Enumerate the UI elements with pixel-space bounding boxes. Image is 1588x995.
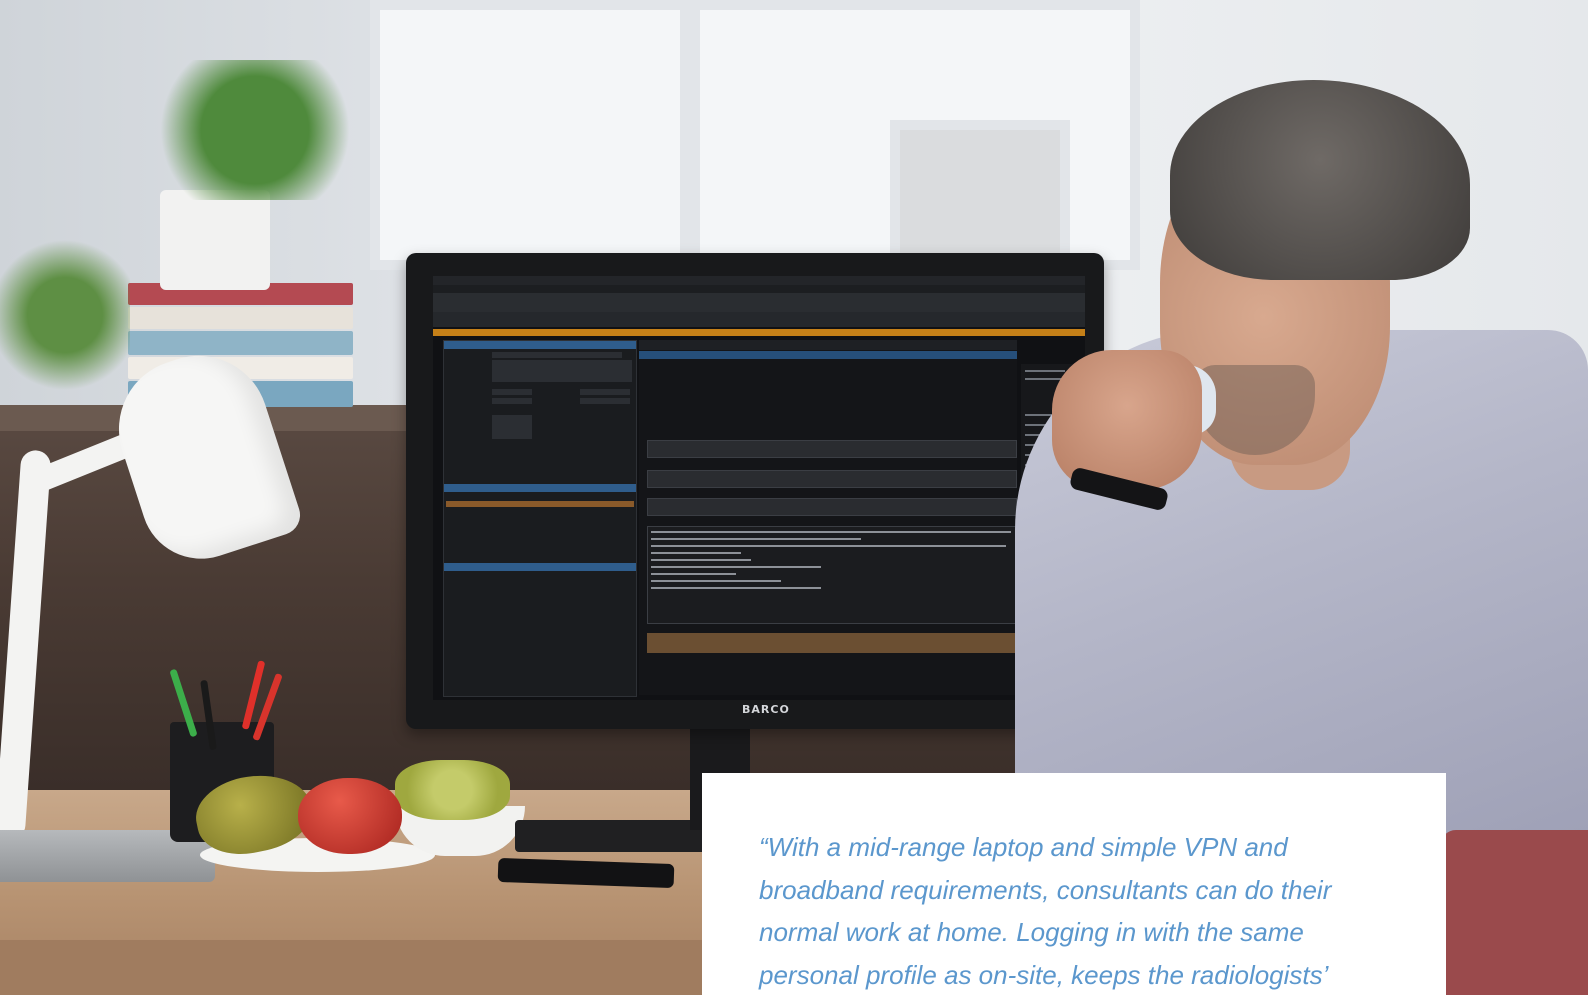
report-panel xyxy=(639,340,1017,695)
app-titlebar xyxy=(433,276,1085,285)
info-field xyxy=(492,360,632,382)
app-toolbar-secondary xyxy=(433,312,1085,327)
impression-field xyxy=(647,633,1015,653)
quote-text: “With a mid-range laptop and simple VPN … xyxy=(759,832,1332,990)
info-field xyxy=(492,398,532,404)
info-field xyxy=(492,389,532,395)
app-menubar xyxy=(433,285,1085,293)
grapes xyxy=(395,760,510,820)
info-field xyxy=(580,389,630,395)
monitor-brand-logo: BARCO xyxy=(742,703,790,716)
monitor-stand-base xyxy=(515,820,715,852)
monitor-screen xyxy=(433,276,1085,700)
apple xyxy=(298,778,402,854)
quote-card: “With a mid-range laptop and simple VPN … xyxy=(702,773,1446,995)
text-field xyxy=(647,498,1017,516)
panel-header xyxy=(444,484,636,492)
report-tab xyxy=(639,351,1017,359)
app-toolbar xyxy=(433,293,1085,313)
info-field xyxy=(492,415,532,439)
info-field xyxy=(492,352,622,358)
plant-leaves xyxy=(0,230,130,400)
findings-field xyxy=(647,526,1017,624)
table-row xyxy=(446,501,634,507)
plant-leaves xyxy=(140,60,370,200)
chair xyxy=(1440,830,1588,995)
panel-header xyxy=(444,341,636,349)
info-field xyxy=(580,398,630,404)
panel-header xyxy=(444,563,636,571)
patient-info-panel xyxy=(443,340,637,697)
reading-bar xyxy=(639,340,1017,350)
background-window xyxy=(370,0,690,270)
text-field xyxy=(647,470,1017,488)
text-field xyxy=(647,440,1017,458)
plant-pot xyxy=(160,190,270,290)
alert-bar xyxy=(433,329,1085,336)
